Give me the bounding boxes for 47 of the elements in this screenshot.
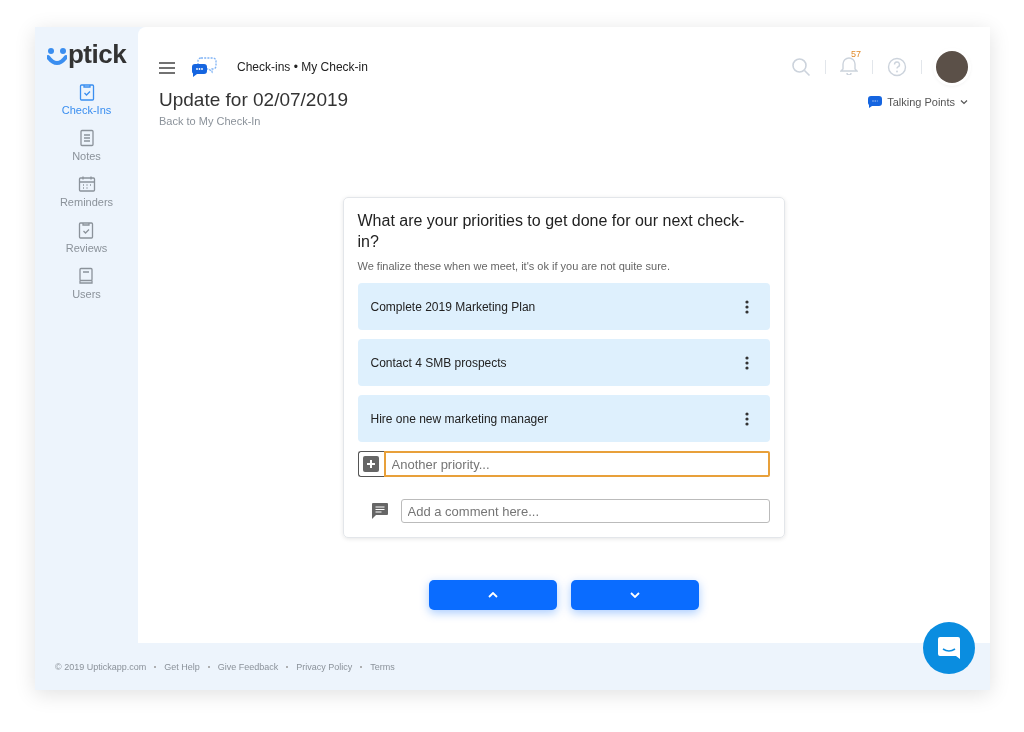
chevron-down-icon [629,592,640,598]
sidebar-item[interactable]: Reminders [59,175,114,208]
back-link[interactable]: Back to My Check-In [159,115,261,127]
menu-icon[interactable] [159,62,175,74]
comment-input-field[interactable]: Add a comment here... [400,499,770,523]
more-options-icon[interactable] [744,411,749,426]
avatar[interactable] [936,51,968,83]
comment-icon [370,502,389,520]
priority-input-field[interactable]: Another priority... [383,451,770,477]
plus-icon [363,456,379,472]
smiley-u-icon [46,47,67,67]
question-text: What are your priorities to get done for our next check-in? [357,211,746,252]
clipboard-icon [77,83,96,101]
chevron-down-icon [960,99,968,105]
chat-launcher-button[interactable] [923,622,975,674]
priority-text: Contact 4 SMB prospects [370,355,507,370]
priority-item[interactable]: Contact 4 SMB prospects [357,339,770,386]
footer-link[interactable]: Give Feedback [217,661,279,672]
document-icon [77,129,96,147]
footer-link[interactable]: Privacy Policy [296,661,353,672]
chevron-up-icon [487,592,498,598]
sidebar-item[interactable]: Notes [72,129,101,162]
footer-link[interactable]: Terms [370,661,395,672]
priority-item[interactable]: Hire one new marketing manager [357,395,770,442]
more-options-icon[interactable] [744,299,749,314]
footer-link[interactable]: Get Help [164,661,200,672]
chat-bubbles-icon [191,56,217,78]
priority-text: Hire one new marketing manager [370,411,548,426]
page-title: Update for 02/07/2019 [159,89,349,111]
notification-count: 57 [851,49,861,59]
clipboard-icon [77,221,96,239]
chat-icon [937,636,961,660]
book-icon [77,267,96,285]
priority-item[interactable]: Complete 2019 Marketing Plan [357,283,770,330]
sidebar-item[interactable]: Reviews [65,221,108,254]
sidebar-item[interactable]: Check-Ins [61,83,112,116]
talking-points-dropdown[interactable]: Talking Points [868,96,968,108]
sidebar-item[interactable]: Users [72,267,101,300]
chat-bubble-icon [868,96,883,108]
breadcrumb: Check-ins • My Check-in [237,60,368,74]
logo-text: ptick [67,41,127,67]
calendar-icon [77,175,96,193]
add-button[interactable] [357,451,384,477]
footer-link[interactable]: © 2019 Uptickapp.com [55,661,147,672]
priority-text: Complete 2019 Marketing Plan [370,299,536,314]
hint-text: We finalize these when we meet, it's ok if you are not quite sure. [357,260,671,272]
more-options-icon[interactable] [744,355,749,370]
